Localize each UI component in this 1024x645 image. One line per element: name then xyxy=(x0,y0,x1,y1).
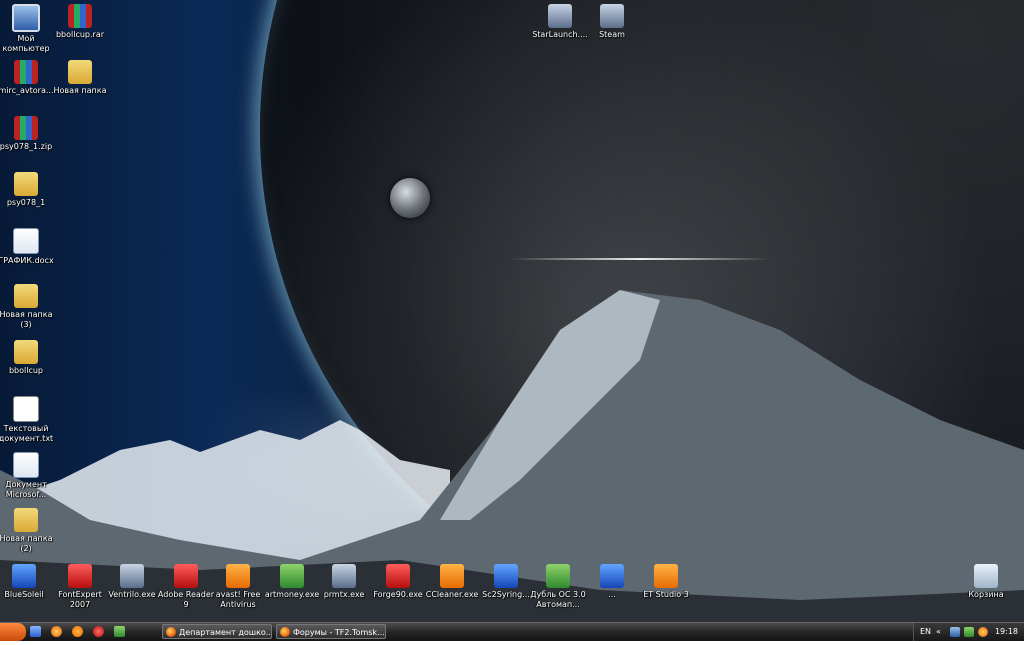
desktop-icon-avast[interactable]: avast! Free Antivirus xyxy=(208,564,268,610)
desktop-icon-new-folder-3[interactable]: Новая папка (3) xyxy=(0,284,56,330)
adobe-reader-icon xyxy=(174,564,198,588)
forge-icon xyxy=(386,564,410,588)
desktop-icon-new-folder-2[interactable]: Новая папка (2) xyxy=(0,508,56,554)
desktop-icon-prmtx[interactable]: prmtx.exe xyxy=(314,564,374,600)
app-m-icon xyxy=(600,564,624,588)
fontexpert-icon xyxy=(68,564,92,588)
firefox-icon xyxy=(166,627,176,637)
firefox-icon[interactable] xyxy=(51,626,63,637)
desktop-icon-dubl-os[interactable]: Дубль ОС 3.0 Автомап... xyxy=(528,564,588,610)
starcraft-launcher-icon xyxy=(548,4,572,28)
dubl-os-icon xyxy=(546,564,570,588)
tray-firefox-icon[interactable] xyxy=(978,627,988,637)
tray-green-app-icon[interactable] xyxy=(964,627,974,637)
tray-expand-chevron[interactable]: « xyxy=(936,623,941,641)
desktop-icon-app-m[interactable]: ... xyxy=(582,564,642,600)
taskbar-button-departament[interactable]: Департамент дошко... xyxy=(162,624,272,639)
desktop-icon-ventrilo[interactable]: Ventrilo.exe xyxy=(102,564,162,600)
artmoney-icon xyxy=(280,564,304,588)
desktop-icon-sc2syringe[interactable]: Sc2Syring... xyxy=(476,564,536,600)
language-indicator[interactable]: EN xyxy=(920,623,931,641)
folder-icon xyxy=(14,284,38,308)
recycle-bin-icon xyxy=(974,564,998,588)
desktop-icon-my-computer[interactable]: Мой компьютер xyxy=(0,4,56,54)
quick-launch xyxy=(30,626,130,638)
word-document-icon xyxy=(13,228,39,254)
ccleaner-icon xyxy=(440,564,464,588)
my-computer-icon xyxy=(12,4,40,32)
zip-archive-icon xyxy=(14,116,38,140)
desktop-icon-bbollcup-rar[interactable]: bbollcup.rar xyxy=(50,4,110,40)
desktop-icon-psy078-zip[interactable]: psy078_1.zip xyxy=(0,116,56,152)
et-studio-icon xyxy=(654,564,678,588)
desktop-icon-bbollcup-folder[interactable]: bbollcup xyxy=(0,340,56,376)
folder-icon xyxy=(14,508,38,532)
system-tray: EN « 19:18 xyxy=(913,623,1024,641)
wallpaper-mountains xyxy=(0,290,1024,622)
folder-icon xyxy=(14,172,38,196)
clock[interactable]: 19:18 xyxy=(995,623,1018,641)
desktop-icon-psy078-folder[interactable]: psy078_1 xyxy=(0,172,56,208)
desktop-icon-text-document[interactable]: Текстовый документ.txt xyxy=(0,396,56,444)
desktop-icon-grafik-docx[interactable]: ГРАФИК.docx xyxy=(0,228,56,266)
start-button[interactable] xyxy=(0,623,26,641)
desktop-icon-recycle-bin[interactable]: Корзина xyxy=(956,564,1016,600)
desktop-icon-forge90[interactable]: Forge90.exe xyxy=(368,564,428,600)
folder-icon xyxy=(14,340,38,364)
desktop-icon-bluesoleil[interactable]: BlueSoleil xyxy=(0,564,54,600)
clock-app-icon xyxy=(332,564,356,588)
desktop[interactable]: Мой компьютер bbollcup.rar mirc_avtora..… xyxy=(0,0,1024,622)
desktop-icon-word-document[interactable]: Документ Microsof... xyxy=(0,452,56,500)
opera-icon[interactable] xyxy=(93,626,105,637)
taskbar-button-forums[interactable]: Форумы - TF2.Tomsk.... xyxy=(276,624,386,639)
avast-icon xyxy=(226,564,250,588)
text-document-icon xyxy=(13,396,39,422)
bluetooth-icon xyxy=(12,564,36,588)
desktop-icon-mirc-avtora[interactable]: mirc_avtora... xyxy=(0,60,56,96)
word-document-icon xyxy=(13,452,39,478)
steam-icon xyxy=(600,4,624,28)
green-app-icon[interactable] xyxy=(114,626,126,637)
firefox-icon xyxy=(280,627,290,637)
desktop-icon-et-studio[interactable]: ET Studio 3 xyxy=(636,564,696,600)
avast-quick-icon[interactable] xyxy=(72,626,84,637)
ventrilo-icon xyxy=(120,564,144,588)
desktop-icon-artmoney[interactable]: artmoney.exe xyxy=(262,564,322,600)
folder-icon xyxy=(68,60,92,84)
desktop-icon-fontexpert[interactable]: FontExpert 2007 xyxy=(50,564,110,610)
show-desktop-icon[interactable] xyxy=(30,626,41,637)
desktop-icon-ccleaner[interactable]: CCleaner.exe xyxy=(422,564,482,600)
desktop-icon-steam[interactable]: Steam xyxy=(582,4,642,40)
desktop-icon-new-folder[interactable]: Новая папка xyxy=(50,60,110,96)
rar-archive-icon xyxy=(68,4,92,28)
zip-archive-icon xyxy=(14,60,38,84)
desktop-icon-adobe-reader[interactable]: Adobe Reader 9 xyxy=(156,564,216,610)
network-icon[interactable] xyxy=(950,627,960,637)
taskbar: Департамент дошко... Форумы - TF2.Tomsk.… xyxy=(0,622,1024,641)
desktop-icon-starlauncher[interactable]: StarLaunch.... xyxy=(530,4,590,40)
sc2-tool-icon xyxy=(494,564,518,588)
